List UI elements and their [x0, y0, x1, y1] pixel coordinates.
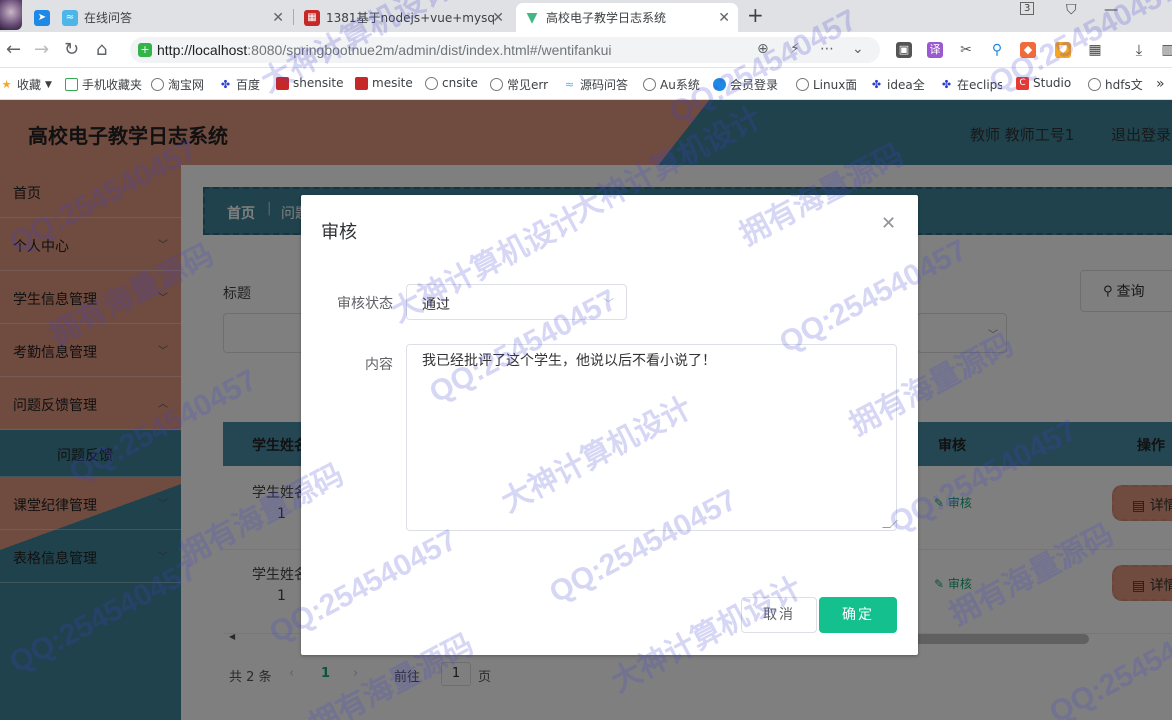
home-icon[interactable]: ⌂	[96, 40, 107, 60]
bookmark-item[interactable]: mesite	[355, 76, 413, 90]
bookmark-item[interactable]: shensite	[276, 76, 344, 90]
zoom-icon[interactable]: ⊕	[757, 41, 769, 57]
reload-icon[interactable]: ↻	[64, 40, 79, 60]
bookmark-item[interactable]: ✤ idea全	[870, 76, 925, 93]
profile-avatar[interactable]	[0, 0, 22, 30]
bookmark-item[interactable]: ★ 收藏 ▼	[0, 76, 52, 93]
cancel-button[interactable]: 取消	[741, 597, 817, 633]
bookmark-item[interactable]: hdfs文	[1088, 76, 1146, 93]
baidu-paw-icon: ✤	[871, 78, 882, 91]
qa-site-icon: ≈	[62, 9, 78, 26]
close-icon[interactable]: ✕	[718, 10, 730, 26]
resize-handle[interactable]	[882, 520, 898, 528]
bookmark-item[interactable]: cnsite	[425, 76, 478, 90]
url-text: http://localhost:8080/springbootnue2m/ad…	[157, 42, 612, 58]
chevron-down-icon: ﹀	[603, 297, 614, 310]
tab-title: 高校电子教学日志系统	[546, 11, 667, 25]
chevron-down-icon[interactable]: ⌄	[852, 41, 864, 57]
baidu-paw-icon: ✤	[941, 78, 952, 91]
bookmarks-overflow[interactable]: »	[1156, 76, 1165, 92]
dialog-title: 审核	[321, 222, 357, 243]
bookmark-item[interactable]: Au系统	[643, 76, 700, 93]
browser-tab-active[interactable]: ▼ 高校电子教学日志系统 ✕	[516, 3, 738, 32]
telegram-icon: ➤	[34, 9, 50, 26]
close-icon[interactable]: ✕	[492, 10, 504, 26]
bookmark-item[interactable]: C Studio	[1016, 76, 1071, 90]
shield-icon[interactable]: ⛊	[1055, 42, 1071, 58]
forward-icon[interactable]: →	[34, 40, 49, 60]
qa-site-icon: ≈	[564, 78, 575, 91]
site-favicon-icon	[276, 76, 289, 90]
globe-icon	[1088, 78, 1101, 91]
secure-shield-icon: +	[138, 43, 152, 57]
download-icon[interactable]: ⤓	[1131, 42, 1147, 58]
more-icon[interactable]: ⋯	[820, 41, 834, 57]
baidu-paw-icon: ✤	[220, 78, 231, 91]
browser-tabbar: ➤ ≈ 在线问答 ✕ ▦ 1381基于nodejs+vue+mysq ✕ ▼ 高…	[0, 0, 1172, 32]
bookmark-item[interactable]: ✤ 百度	[219, 76, 260, 93]
globe-icon	[151, 78, 164, 91]
content-textarea[interactable]: 我已经批评了这个学生，他说以后不看小说了！	[406, 344, 898, 531]
bookmark-item[interactable]: 手机收藏夹	[65, 76, 142, 93]
star-icon: ★	[1, 78, 12, 91]
new-tab-icon[interactable]: +	[747, 3, 764, 27]
bookmark-item[interactable]: 淘宝网	[151, 76, 204, 93]
tab-divider	[293, 9, 294, 25]
status-select[interactable]: 通过 ﹀	[406, 284, 627, 320]
bookmark-item[interactable]: ≈ 源码问答	[563, 76, 628, 93]
tab-title: 1381基于nodejs+vue+mysq	[326, 11, 495, 25]
minimize-icon[interactable]: —	[1104, 2, 1118, 18]
bookmark-item[interactable]: Linux面	[796, 76, 856, 93]
chevron-down-icon: ▼	[45, 79, 52, 90]
bookmark-item[interactable]: ✤ 在eclips	[940, 76, 1002, 93]
shirt-icon[interactable]: ⛉	[1066, 2, 1077, 18]
close-icon[interactable]: ✕	[272, 10, 284, 26]
confirm-button[interactable]: 确定	[819, 597, 897, 633]
close-icon[interactable]: ✕	[881, 213, 896, 234]
scissors-icon[interactable]: ✂	[958, 42, 974, 58]
cloud-icon	[713, 78, 726, 91]
content-label: 内容	[365, 357, 393, 373]
address-bar-row: ← → ↻ ⌂ + http://localhost:8080/springbo…	[0, 32, 1172, 68]
site-favicon-icon: ▦	[304, 9, 320, 26]
extension-icon[interactable]: ◆	[1020, 42, 1036, 58]
phone-icon	[65, 78, 78, 91]
vue-logo-icon: ▼	[526, 9, 538, 26]
reader-icon[interactable]: ▣	[896, 42, 912, 58]
lightning-icon[interactable]: ⚡	[790, 41, 800, 57]
c-logo-icon: C	[1016, 76, 1029, 90]
browser-tab-1[interactable]: ➤ ≈ 在线问答 ✕	[26, 3, 292, 32]
globe-icon	[643, 78, 656, 91]
back-icon[interactable]: ←	[6, 40, 21, 60]
browser-tab-2[interactable]: ▦ 1381基于nodejs+vue+mysq ✕	[296, 3, 512, 32]
audit-dialog: 审核 ✕ 审核状态 通过 ﹀ 内容 我已经批评了这个学生，他说以后不看小说了！ …	[301, 195, 918, 655]
bookmarks-bar: ★ 收藏 ▼ 手机收藏夹 淘宝网 ✤ 百度 shensite mesite cnsit…	[0, 68, 1172, 100]
globe-icon	[490, 78, 503, 91]
translate-icon[interactable]: 译	[927, 42, 943, 58]
site-favicon-icon	[355, 76, 368, 90]
url-field[interactable]: + http://localhost:8080/springbootnue2m/…	[130, 37, 880, 63]
bookmark-item[interactable]: 会员登录	[713, 76, 783, 93]
menu-icon[interactable]: ▥	[1160, 42, 1172, 58]
tab-title: 在线问答	[84, 11, 133, 25]
globe-icon	[796, 78, 809, 91]
globe-icon	[425, 76, 438, 90]
bookmark-item[interactable]: 常见err	[490, 76, 550, 93]
search-icon[interactable]: ⚲	[989, 42, 1005, 58]
tab-counter[interactable]: 3	[1020, 2, 1035, 15]
status-label: 审核状态	[337, 296, 393, 312]
apps-grid-icon[interactable]: ▦	[1087, 42, 1103, 58]
